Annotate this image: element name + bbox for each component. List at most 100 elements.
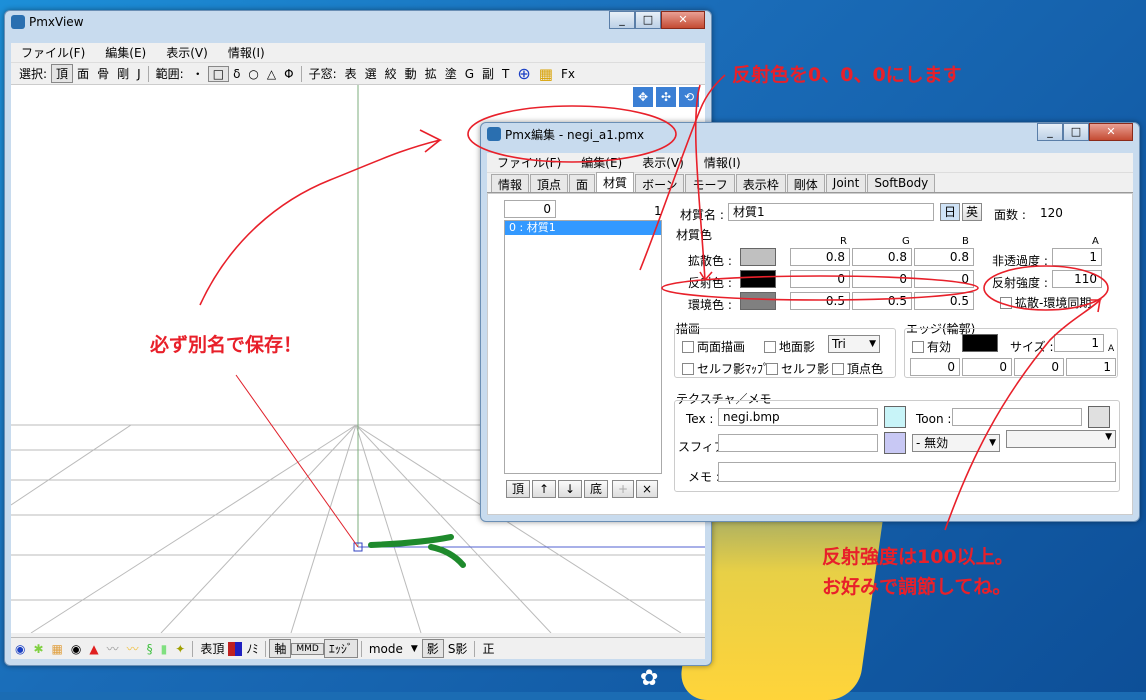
close-button[interactable]: ✕ [661, 11, 705, 29]
vertex-display-icon[interactable]: ◉ [11, 642, 29, 656]
tex-field[interactable]: negi.bmp [718, 408, 878, 426]
list-down-button[interactable]: ↓ [558, 480, 582, 498]
edge-g-field[interactable]: 0 [962, 358, 1012, 376]
specular-swatch[interactable] [740, 270, 776, 288]
green-bone-icon[interactable]: § [143, 642, 157, 656]
orange-mark-icon[interactable]: ▦ [48, 642, 67, 656]
tab-joint[interactable]: Joint [825, 174, 867, 192]
tab-display-frame[interactable]: 表示枠 [735, 174, 786, 192]
edge-enabled-checkbox[interactable]: 有効 [912, 338, 951, 355]
edge-button[interactable]: ｴｯｼﾞ [323, 639, 358, 658]
pan-view-icon[interactable]: ✣ [656, 87, 676, 107]
select-rigid-button[interactable]: 剛 [113, 65, 133, 82]
pmxview-titlebar[interactable]: PmxView _ □ ✕ [5, 11, 711, 33]
select-joint-button[interactable]: J [133, 67, 145, 81]
only-button[interactable]: ﾉﾐ [242, 640, 262, 657]
child-filter-button[interactable]: 絞 [381, 65, 401, 82]
move-view-icon[interactable]: ✥ [633, 87, 653, 107]
green-mark-icon[interactable]: ✱ [29, 642, 47, 656]
double-side-checkbox[interactable]: 両面描画 [682, 338, 745, 355]
material-color-icon[interactable] [228, 641, 243, 656]
green-cylinder-icon[interactable]: ▮ [157, 642, 172, 656]
edge-color-swatch[interactable] [962, 334, 998, 352]
list-add-button[interactable]: + [612, 480, 634, 498]
menu-view[interactable]: 表示(V) [632, 154, 694, 171]
toon-field[interactable] [952, 408, 1082, 426]
grid-color-icon[interactable]: ▦ [535, 65, 557, 83]
child-scale-button[interactable]: 拡 [421, 65, 441, 82]
front-view-button[interactable]: 正 [478, 640, 498, 657]
toon-preview[interactable] [1088, 406, 1110, 428]
child-g-button[interactable]: G [461, 67, 478, 81]
range-delta-button[interactable]: δ [229, 67, 244, 81]
lang-jp-button[interactable]: 日 [940, 203, 960, 221]
specular-power-field[interactable]: 110 [1052, 270, 1102, 288]
maximize-button[interactable]: □ [635, 11, 661, 29]
edge-size-field[interactable]: 1 [1054, 334, 1104, 352]
self-shadow-button[interactable]: S影 [444, 640, 472, 657]
ambient-swatch[interactable] [740, 292, 776, 310]
edge-b-field[interactable]: 0 [1014, 358, 1064, 376]
sync-checkbox[interactable]: 拡散-環境同期 [1000, 294, 1091, 311]
select-face-button[interactable]: 面 [73, 65, 93, 82]
diffuse-r-field[interactable]: 0.8 [790, 248, 850, 266]
shadow-button[interactable]: 影 [421, 639, 444, 658]
camera-target-icon[interactable]: ⊕ [513, 64, 534, 83]
child-paint-button[interactable]: 塗 [441, 65, 461, 82]
tri-dropdown[interactable]: Tri ▼ [828, 335, 880, 353]
menu-file[interactable]: ファイル(F) [487, 154, 571, 171]
axis-button[interactable]: 軸 [269, 639, 292, 658]
list-item[interactable]: 0 : 材質1 [505, 221, 661, 235]
diffuse-g-field[interactable]: 0.8 [852, 248, 912, 266]
ambient-g-field[interactable]: 0.5 [852, 292, 912, 310]
range-phi-button[interactable]: Φ [280, 67, 297, 81]
child-table-button[interactable]: 表 [341, 65, 361, 82]
minimize-button[interactable]: _ [609, 11, 635, 29]
range-circle-button[interactable]: ○ [244, 67, 262, 81]
material-list[interactable]: 0 : 材質1 [504, 220, 662, 474]
specular-b-field[interactable]: 0 [914, 270, 974, 288]
show-vertex-button[interactable]: 表頂 [196, 640, 228, 657]
diffuse-swatch[interactable] [740, 248, 776, 266]
specular-r-field[interactable]: 0 [790, 270, 850, 288]
sphere-mode-dropdown[interactable]: - 無効 ▼ [912, 434, 1000, 452]
menu-edit[interactable]: 編集(E) [571, 154, 632, 171]
lang-en-button[interactable]: 英 [962, 203, 982, 221]
menu-info[interactable]: 情報(I) [218, 44, 275, 61]
range-triangle-button[interactable]: △ [263, 67, 280, 81]
edge-a-field[interactable]: 1 [1066, 358, 1116, 376]
minimize-button[interactable]: _ [1037, 123, 1063, 141]
close-button[interactable]: ✕ [1089, 123, 1133, 141]
tab-face[interactable]: 面 [569, 174, 596, 192]
tab-vertex[interactable]: 頂点 [530, 174, 569, 192]
self-shadow-checkbox[interactable]: セルフ影 [766, 360, 829, 377]
sphere-extra-dropdown[interactable]: ▼ [1006, 430, 1116, 448]
material-name-field[interactable]: 材質1 [728, 203, 934, 221]
tab-info[interactable]: 情報 [491, 174, 530, 192]
yellow-joint-icon[interactable]: ✦ [171, 642, 189, 656]
material-index-field[interactable]: 0 [504, 200, 556, 218]
red-triangle-icon[interactable]: ▲ [85, 642, 102, 656]
child-select-button[interactable]: 選 [361, 65, 381, 82]
yellow-icon[interactable]: 〰 [123, 640, 143, 657]
self-shadow-map-checkbox[interactable]: セルフ影ﾏｯﾌﾟ [682, 360, 769, 377]
editor-titlebar[interactable]: Pmx編集 - negi_a1.pmx _ □ ✕ [481, 123, 1139, 145]
ground-shadow-checkbox[interactable]: 地面影 [764, 338, 815, 355]
mode-dropdown-arrow-icon[interactable]: ▼ [407, 644, 422, 654]
tab-morph[interactable]: モーフ [685, 174, 735, 192]
list-bottom-button[interactable]: 底 [584, 480, 608, 498]
menu-edit[interactable]: 編集(E) [95, 44, 156, 61]
tab-material[interactable]: 材質 [596, 172, 635, 192]
start-orb-icon[interactable]: ✿ [640, 666, 658, 691]
menu-info[interactable]: 情報(I) [694, 154, 751, 171]
range-rect-button[interactable]: □ [207, 65, 230, 82]
sphere-preview[interactable] [884, 432, 906, 454]
range-point-button[interactable]: ・ [188, 65, 208, 82]
fx-button[interactable]: Fx [557, 67, 579, 81]
tab-bone[interactable]: ボーン [635, 174, 685, 192]
ambient-r-field[interactable]: 0.5 [790, 292, 850, 310]
mode-dropdown[interactable]: mode [365, 642, 407, 656]
alpha-field[interactable]: 1 [1052, 248, 1102, 266]
sphere-field[interactable] [718, 434, 878, 452]
rotate-view-icon[interactable]: ⟲ [679, 87, 699, 107]
